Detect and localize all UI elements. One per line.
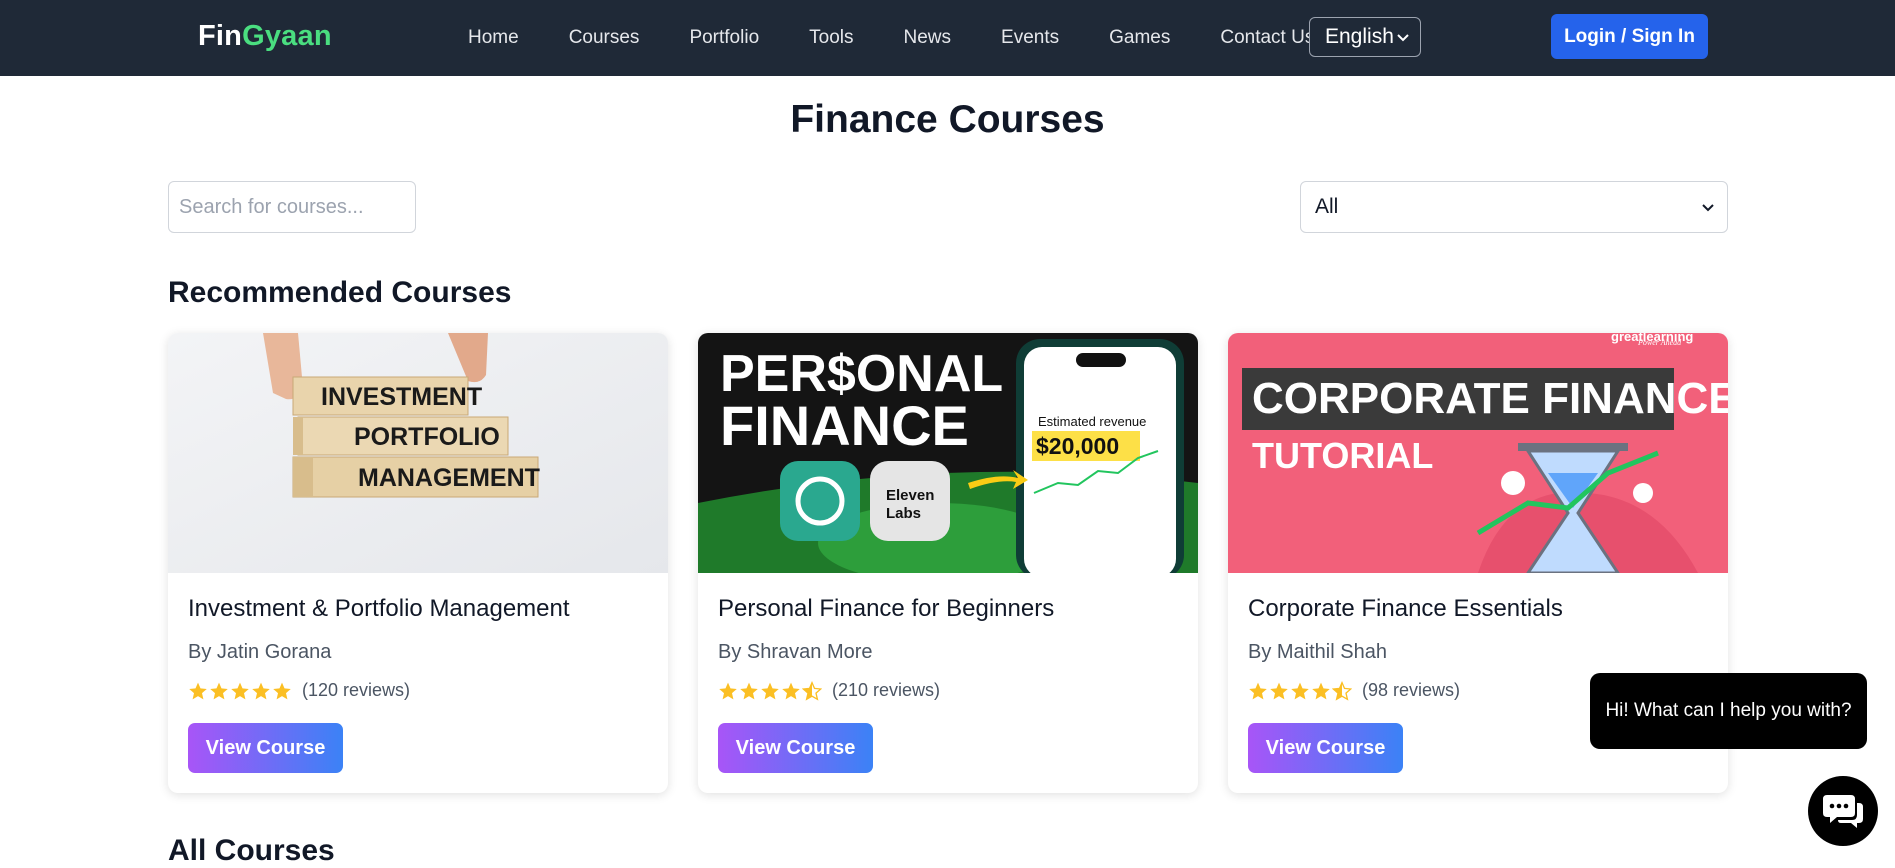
- course-thumbnail-corporate-finance[interactable]: greatlearning Power Ahead CORPORATE FINA…: [1228, 333, 1728, 573]
- course-title[interactable]: Corporate Finance Essentials: [1248, 595, 1563, 623]
- nav-link-courses[interactable]: Courses: [569, 27, 640, 49]
- course-card: PER$ONAL FINANCE Eleven Labs Estimated r…: [698, 333, 1198, 793]
- nav-link-home[interactable]: Home: [468, 27, 519, 49]
- star-icon: [273, 682, 291, 699]
- recommended-courses-heading: Recommended Courses: [168, 276, 512, 309]
- course-author: By Shravan More: [718, 641, 873, 663]
- star-rating: [188, 681, 293, 701]
- star-icon: [1291, 682, 1309, 699]
- thumbnail-text-corporate-finance: CORPORATE FINANCE: [1252, 374, 1728, 423]
- nav-link-tools[interactable]: Tools: [809, 27, 853, 49]
- thumbnail-text-portfolio: PORTFOLIO: [354, 423, 500, 451]
- nav-link-news[interactable]: News: [904, 27, 952, 49]
- thumbnail-text-investment: INVESTMENT: [321, 383, 482, 411]
- star-icon: [1312, 682, 1330, 699]
- chevron-down-icon: [1702, 204, 1714, 212]
- star-icon: [252, 682, 270, 699]
- language-select[interactable]: English: [1309, 17, 1421, 57]
- nav-link-games[interactable]: Games: [1109, 27, 1170, 49]
- search-input[interactable]: [168, 181, 416, 233]
- nav-links: Home Courses Portfolio Tools News Events…: [468, 0, 1364, 76]
- language-value: English: [1325, 25, 1394, 48]
- login-button[interactable]: Login / Sign In: [1551, 14, 1708, 59]
- course-author: By Maithil Shah: [1248, 641, 1387, 663]
- course-rating: (120 reviews): [188, 680, 410, 701]
- filter-value: All: [1315, 195, 1339, 218]
- star-icon: [189, 682, 207, 699]
- course-rating: (98 reviews): [1248, 680, 1460, 701]
- course-author: By Jatin Gorana: [188, 641, 332, 663]
- star-icon: [719, 682, 737, 699]
- chat-greeting-bubble[interactable]: Hi! What can I help you with?: [1590, 673, 1867, 749]
- course-thumbnail-investment[interactable]: INVESTMENT PORTFOLIO MANAGEMENT: [168, 333, 668, 573]
- star-icon: [1270, 682, 1288, 699]
- thumbnail-text-management: MANAGEMENT: [358, 464, 540, 492]
- review-count: (98 reviews): [1362, 680, 1461, 700]
- page-title: Finance Courses: [790, 98, 1105, 141]
- half-star-icon: [802, 680, 822, 701]
- logo-text-gyaan: Gyaan: [242, 20, 332, 52]
- category-filter-select[interactable]: All: [1300, 181, 1728, 233]
- star-icon: [782, 682, 800, 699]
- course-rating: (210 reviews): [718, 680, 940, 701]
- thumbnail-text-power-ahead: Power Ahead: [1637, 338, 1682, 347]
- nav-link-contact-us[interactable]: Contact Us: [1220, 27, 1314, 49]
- star-rating: [718, 680, 823, 701]
- thumbnail-text-eleven: Eleven: [886, 487, 934, 504]
- view-course-button[interactable]: View Course: [718, 723, 873, 773]
- nav-link-portfolio[interactable]: Portfolio: [689, 27, 759, 49]
- star-rating: [1248, 680, 1353, 701]
- thumbnail-text-finance: FINANCE: [720, 394, 969, 457]
- course-thumbnail-personal-finance[interactable]: PER$ONAL FINANCE Eleven Labs Estimated r…: [698, 333, 1198, 573]
- course-title[interactable]: Personal Finance for Beginners: [718, 595, 1054, 623]
- star-icon: [231, 682, 249, 699]
- chevron-down-icon: [1397, 34, 1409, 42]
- view-course-button[interactable]: View Course: [1248, 723, 1403, 773]
- course-title[interactable]: Investment & Portfolio Management: [188, 595, 570, 623]
- thumbnail-text-revenue-value: $20,000: [1036, 433, 1119, 459]
- review-count: (210 reviews): [832, 680, 941, 700]
- star-icon: [210, 682, 228, 699]
- star-icon: [1249, 682, 1267, 699]
- half-star-icon: [1332, 680, 1352, 701]
- brand-logo[interactable]: FinGyaan: [198, 20, 332, 53]
- top-navbar: FinGyaan Home Courses Portfolio Tools Ne…: [0, 0, 1895, 76]
- thumbnail-text-estimated-revenue: Estimated revenue: [1038, 414, 1146, 429]
- course-card: INVESTMENT PORTFOLIO MANAGEMENT Investme…: [168, 333, 668, 793]
- logo-text-fin: Fin: [198, 20, 243, 52]
- chat-bubbles-icon: [1823, 795, 1863, 828]
- star-icon: [740, 682, 758, 699]
- review-count: (120 reviews): [302, 680, 411, 700]
- thumbnail-text-labs: Labs: [886, 505, 921, 522]
- all-courses-heading: All Courses: [168, 834, 335, 867]
- star-icon: [761, 682, 779, 699]
- thumbnail-text-tutorial: TUTORIAL: [1252, 435, 1433, 476]
- chat-open-button[interactable]: [1808, 776, 1878, 846]
- view-course-button[interactable]: View Course: [188, 723, 343, 773]
- nav-link-events[interactable]: Events: [1001, 27, 1059, 49]
